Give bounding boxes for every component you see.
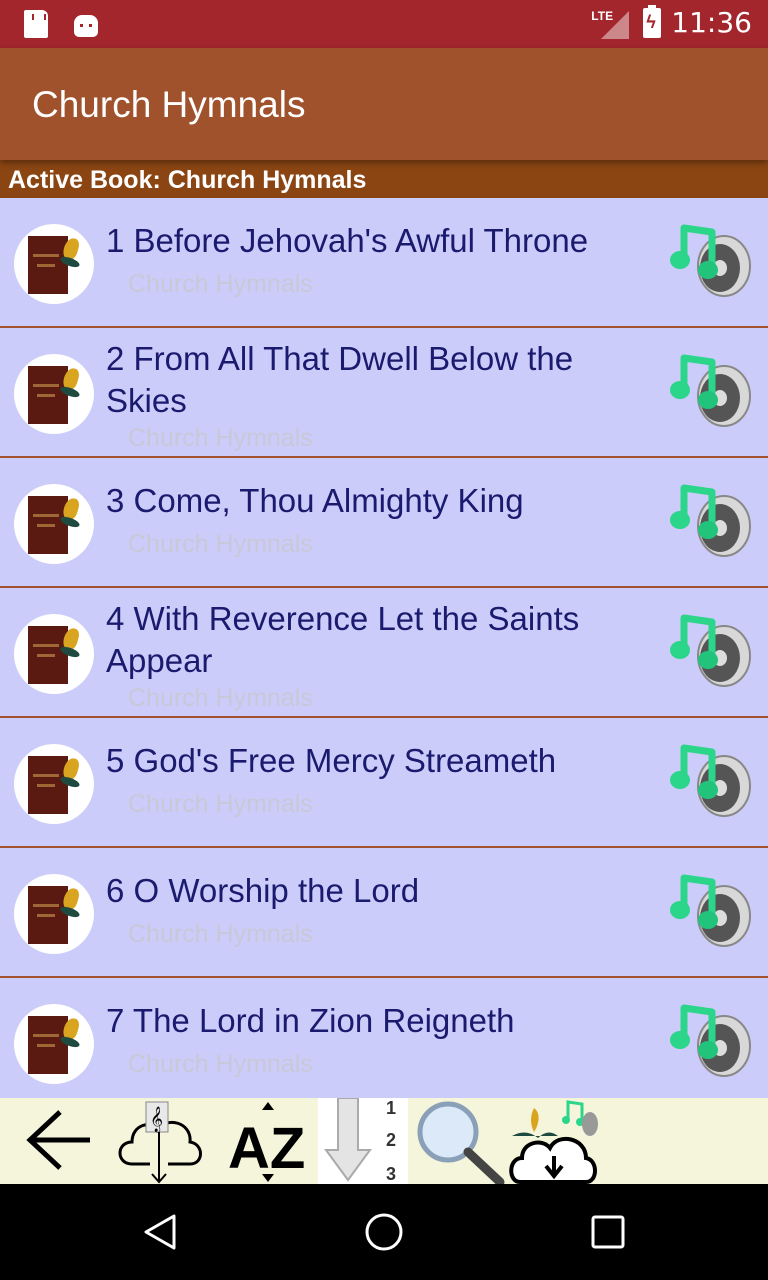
download-sheet-music-icon[interactable]: 𝄞 [112, 1098, 208, 1184]
play-audio-icon[interactable] [666, 740, 754, 820]
hymn-book-name: Church Hymnals [128, 530, 313, 558]
hymn-list-item[interactable]: 7 The Lord in Zion Reigneth Church Hymna… [0, 978, 768, 1098]
hymnal-book-icon [14, 1004, 94, 1084]
numeric-label-1: 1 [386, 1098, 396, 1118]
play-audio-icon[interactable] [666, 220, 754, 300]
hymnal-book-icon [14, 224, 94, 304]
hymn-title: 7 The Lord in Zion Reigneth [106, 1002, 515, 1039]
hymn-book-name: Church Hymnals [128, 920, 313, 948]
play-audio-icon[interactable] [666, 1000, 754, 1080]
hymn-title: 5 God's Free Mercy Streameth [106, 742, 557, 779]
hymn-title: 1 Before Jehovah's Awful Throne [106, 222, 589, 259]
hymn-list-item[interactable]: 6 O Worship the Lord Church Hymnals [0, 848, 768, 978]
hymn-list-item[interactable]: 4 With Reverence Let the Saints Appear C… [0, 588, 768, 718]
play-audio-icon[interactable] [666, 480, 754, 560]
clock: 11:36 [671, 6, 752, 39]
hymn-title: 2 From All That Dwell Below the Skies [106, 340, 574, 419]
hymn-title: 6 O Worship the Lord [106, 872, 420, 909]
hymn-list-item[interactable]: 3 Come, Thou Almighty King Church Hymnal… [0, 458, 768, 588]
play-audio-icon[interactable] [666, 350, 754, 430]
sort-az-label: AZ [228, 1116, 305, 1181]
hymnal-book-icon [14, 354, 94, 434]
active-book-banner: Active Book: Church Hymnals [0, 160, 768, 198]
sort-alphabetical-icon[interactable]: AZ [222, 1098, 312, 1184]
nav-home-icon[interactable] [336, 1184, 432, 1280]
hymn-book-name: Church Hymnals [128, 424, 313, 452]
hymn-book-name: Church Hymnals [128, 270, 313, 298]
download-audio-icon[interactable] [508, 1098, 600, 1184]
hymn-book-name: Church Hymnals [128, 790, 313, 818]
numeric-label-3: 3 [386, 1164, 396, 1184]
numeric-label-2: 2 [386, 1130, 396, 1150]
app-bar: Church Hymnals [0, 48, 768, 160]
sort-numeric-icon[interactable]: 1 2 3 [318, 1098, 408, 1184]
battery-charging-icon: ϟ [643, 4, 662, 38]
search-icon[interactable] [412, 1098, 508, 1184]
hymn-title: 3 Come, Thou Almighty King [106, 482, 524, 519]
app-title: Church Hymnals [32, 84, 306, 125]
hymn-list-item[interactable]: 5 God's Free Mercy Streameth Church Hymn… [0, 718, 768, 848]
hymnal-book-icon [14, 874, 94, 954]
hymnal-book-icon [14, 484, 94, 564]
hymn-list-item[interactable]: 2 From All That Dwell Below the Skies Ch… [0, 328, 768, 458]
lte-signal-icon: LTE [591, 7, 630, 39]
android-debug-icon [74, 15, 98, 37]
status-bar: LTE ϟ 11:36 [0, 0, 768, 48]
hymn-list[interactable]: 1 Before Jehovah's Awful Throne Church H… [0, 198, 768, 1098]
svg-text:𝄞: 𝄞 [150, 1106, 163, 1132]
hymnal-book-icon [14, 614, 94, 694]
nav-recents-icon[interactable] [560, 1184, 656, 1280]
back-arrow-icon[interactable] [20, 1098, 96, 1184]
hymn-title: 4 With Reverence Let the Saints Appear [106, 600, 580, 679]
sd-card-icon [24, 10, 48, 38]
play-audio-icon[interactable] [666, 870, 754, 950]
play-audio-icon[interactable] [666, 610, 754, 690]
hymnal-book-icon [14, 744, 94, 824]
nav-back-icon[interactable] [112, 1184, 208, 1280]
hymn-list-item[interactable]: 1 Before Jehovah's Awful Throne Church H… [0, 198, 768, 328]
hymn-book-name: Church Hymnals [128, 1050, 313, 1078]
hymn-book-name: Church Hymnals [128, 684, 313, 712]
bottom-toolbar: 𝄞 AZ 1 2 3 [0, 1098, 768, 1184]
system-navigation-bar [0, 1184, 768, 1280]
